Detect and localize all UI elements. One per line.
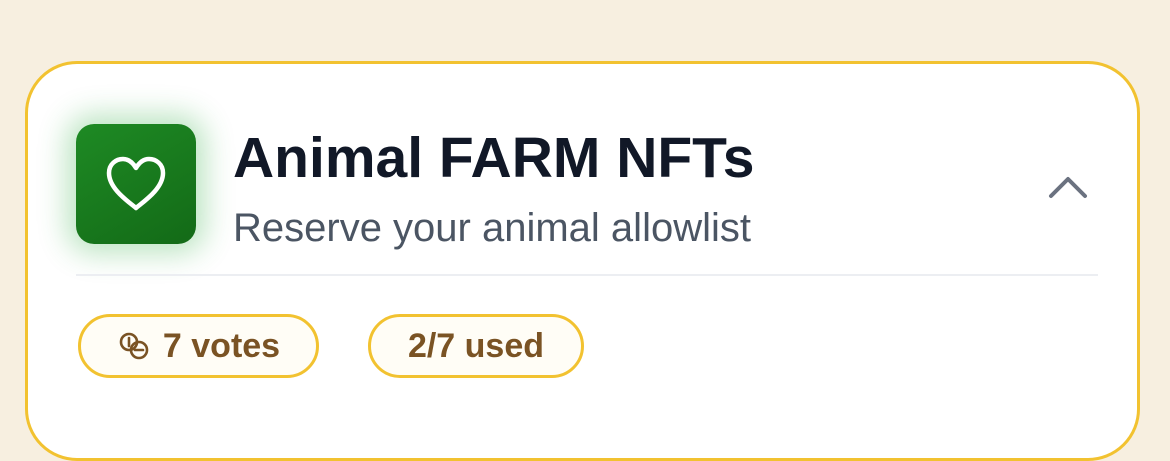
proposal-card: Animal FARM NFTs Reserve your animal all… <box>25 61 1140 461</box>
card-title: Animal FARM NFTs <box>233 126 755 190</box>
coins-icon <box>117 331 151 361</box>
heart-icon <box>106 156 166 211</box>
usage-count: 2/7 used <box>407 326 545 365</box>
collapse-button[interactable] <box>1038 162 1098 212</box>
votes-badge: 7 votes <box>78 314 319 378</box>
votes-count: 7 votes <box>162 326 281 365</box>
divider <box>76 274 1098 276</box>
chevron-up-icon <box>1049 177 1087 198</box>
card-subtitle: Reserve your animal allowlist <box>233 206 751 250</box>
usage-badge: 2/7 used <box>368 314 584 378</box>
app-icon <box>76 124 196 244</box>
